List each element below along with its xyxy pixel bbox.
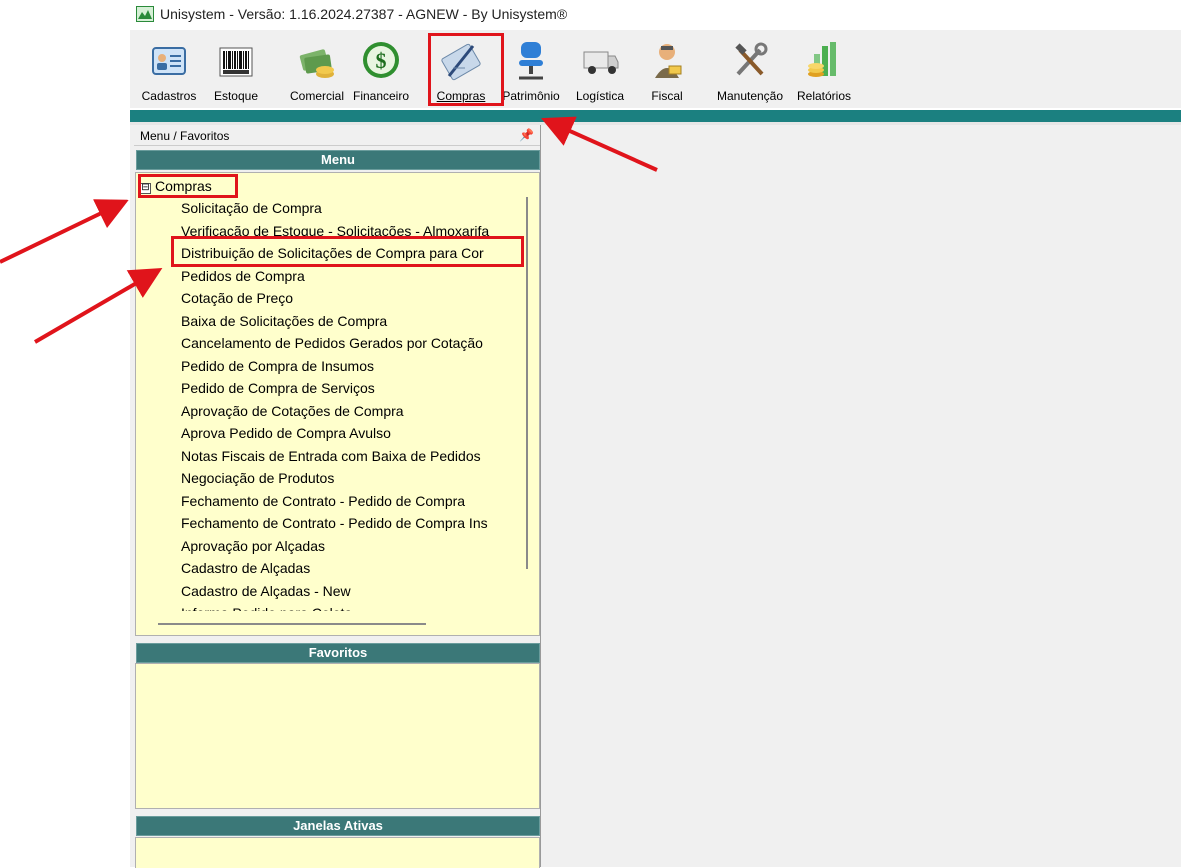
menu-item[interactable]: Fechamento de Contrato - Pedido de Compr… [181,512,488,534]
menu-item[interactable]: Pedido de Compra de Insumos [181,355,374,377]
toolbar-separator [130,110,1181,122]
barcode-icon [219,47,253,77]
toolbar-label: Financeiro [352,89,410,103]
toolbar-button-compras[interactable]: Compras [426,30,496,108]
toolbar-label: Fiscal [651,89,683,103]
toolbar-button-patrimonio[interactable]: Patrimônio [499,30,563,108]
toolbar-label: Comercial [289,89,344,103]
toolbar-label: Relatórios [796,89,852,103]
toolbar-button-fiscal[interactable]: Fiscal [635,30,699,108]
toolbar-button-comercial[interactable]: Comercial [285,30,349,108]
menu-item[interactable]: Aprovação de Cotações de Compra [181,400,404,422]
menu-item[interactable]: Aprova Pedido de Compra Avulso [181,422,391,444]
truck-icon [583,51,619,74]
toolbar-button-manutencao[interactable]: Manutenção [707,30,793,108]
menu-item[interactable]: Cancelamento de Pedidos Gerados por Cota… [181,332,483,354]
toolbar-label: Manutenção [716,89,784,103]
active-windows-header: Janelas Ativas [136,816,540,836]
menu-item[interactable]: Negociação de Produtos [181,467,334,489]
menu-item[interactable]: Cadastro de Alçadas - New [181,580,351,602]
collapse-toggle-icon[interactable]: ⊟ [140,183,151,194]
window-title: Unisystem - Versão: 1.16.2024.27387 - AG… [160,6,568,22]
tools-icon [735,42,768,76]
favorites-header: Favoritos [136,643,540,663]
pen-document-icon [441,43,481,81]
money-stack-icon [299,49,334,78]
menu-header: Menu [136,150,540,170]
menu-item[interactable]: Cadastro de Alçadas [181,557,310,579]
menu-item[interactable]: Notas Fiscais de Entrada com Baixa de Pe… [181,445,481,467]
work-area [547,125,1181,867]
chart-coins-icon [808,42,836,77]
menu-item[interactable]: Distribuição de Solicitações de Compra p… [181,242,484,264]
panel-caption-text: Menu / Favoritos [140,129,230,143]
menu-item[interactable]: Solicitação de Compra [181,197,322,219]
dollar-coin-icon: $ [363,42,399,78]
menu-item[interactable]: Baixa de Solicitações de Compra [181,310,387,332]
pin-icon[interactable]: 📌 [519,128,534,142]
menu-tree[interactable]: ⊟ Compras Solicitação de Compra Verificaçã… [135,172,540,636]
main-toolbar: Cadastros Estoque Comercial $ Financeiro… [130,30,1181,108]
tree-node-label: Compras [155,178,212,194]
toolbar-button-relatorios[interactable]: Relatórios [792,30,856,108]
toolbar-label: Cadastros [141,89,197,103]
menu-item[interactable]: Pedido de Compra de Serviços [181,377,375,399]
menu-item[interactable]: Pedidos de Compra [181,265,305,287]
horizontal-scrollbar[interactable] [158,623,426,625]
toolbar-label: Compras [436,89,486,103]
office-chair-icon [519,42,543,80]
vertical-scrollbar[interactable] [526,197,528,569]
toolbar-button-logistica[interactable]: Logística [565,30,635,108]
toolbar-button-estoque[interactable]: Estoque [203,30,269,108]
toolbar-label: Patrimônio [502,89,560,103]
toolbar-label: Estoque [213,89,259,103]
toolbar-label: Logística [575,89,625,103]
menu-tree-viewport: ⊟ Compras Solicitação de Compra Verificaçã… [136,173,516,611]
menu-item[interactable]: Informa Pedido para Coleta [181,602,352,611]
panel-caption: Menu / Favoritos 📌 [134,128,540,146]
menu-item[interactable]: Fechamento de Contrato - Pedido de Compr… [181,490,465,512]
menu-item[interactable]: Verificação de Estoque - Solicitações - … [181,220,489,242]
menu-item[interactable]: Aprovação por Alçadas [181,535,325,557]
unisystem-logo-icon [136,6,154,22]
menu-item[interactable]: Cotação de Preço [181,287,293,309]
arrow-to-compras-node [0,199,129,264]
id-card-icon [152,47,186,75]
inspector-icon [655,44,682,78]
tree-node-compras[interactable]: ⊟ Compras [140,178,212,194]
toolbar-button-cadastros[interactable]: Cadastros [130,30,208,108]
favorites-list[interactable] [135,663,540,809]
toolbar-button-financeiro[interactable]: $ Financeiro [349,30,413,108]
svg-text:$: $ [376,48,387,73]
active-windows-list[interactable] [135,837,540,868]
